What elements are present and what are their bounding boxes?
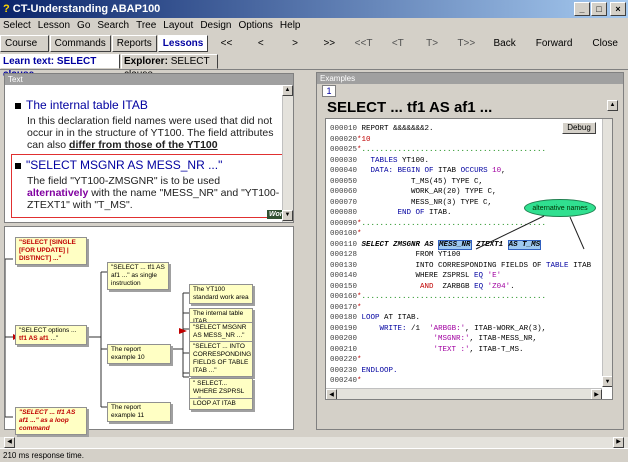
- menu-go[interactable]: Go: [77, 18, 90, 33]
- differ-link[interactable]: differ from those of the YT100: [69, 139, 218, 151]
- next-topic-button[interactable]: T>: [415, 38, 449, 49]
- code-scroll-right-icon[interactable]: ▶: [591, 389, 602, 399]
- section2-title: "SELECT MSGNR AS MESS_NR ...": [15, 158, 281, 172]
- text-scrollbar[interactable]: ▲ ▼: [282, 85, 293, 222]
- code-hscrollbar[interactable]: ◀ ▶: [326, 388, 602, 399]
- prev-topic-button[interactable]: <T: [381, 38, 415, 49]
- menu-design[interactable]: Design: [200, 18, 231, 33]
- toolbar: Course 3 Commands Reports Lessons << < >…: [0, 34, 628, 64]
- section1-body: In this declaration field names were use…: [27, 115, 274, 151]
- text-panel-header: Text: [5, 74, 293, 85]
- example-scroll-up-icon[interactable]: ▲: [607, 100, 618, 111]
- example-title: SELECT ... tf1 AS af1 ...: [327, 99, 493, 116]
- bullet-icon: [15, 162, 21, 169]
- last-topic-button[interactable]: T>>: [449, 38, 483, 49]
- tab-course[interactable]: Course 3: [0, 34, 49, 64]
- alternatively-link[interactable]: alternatively: [27, 187, 88, 199]
- scroll-up-icon[interactable]: ▲: [282, 85, 293, 96]
- tab-commands[interactable]: Commands: [49, 34, 111, 52]
- minimize-button[interactable]: _: [574, 2, 590, 16]
- next-button[interactable]: >: [278, 38, 312, 49]
- callout-arrows: [475, 215, 585, 250]
- tree-node-loop-at-itab[interactable]: LOOP AT ITAB: [189, 398, 253, 410]
- maximize-button[interactable]: □: [591, 2, 607, 16]
- first-button[interactable]: <<: [209, 38, 243, 49]
- menu-layout[interactable]: Layout: [163, 18, 193, 33]
- tree-node-into-corresponding[interactable]: "SELECT ... INTO CORRESPONDING FIELDS OF…: [189, 341, 253, 377]
- section2-body: The field "YT100-ZMSGNR" is to be used a…: [27, 175, 280, 211]
- tree-node-yt100-work-area[interactable]: The YT100 standard work area: [189, 284, 253, 304]
- tab-lessons[interactable]: Lessons: [157, 34, 209, 52]
- text-panel: Text The internal table ITAB In this dec…: [4, 73, 294, 223]
- section1-title: The internal table ITAB: [15, 98, 281, 112]
- tree-node-select-single[interactable]: "SELECT [SINGLE [FOR UPDATE] | DISTINCT]…: [15, 237, 87, 265]
- bullet-icon: [15, 102, 21, 109]
- menu-help[interactable]: Help: [280, 18, 301, 33]
- app-icon: ?: [3, 3, 10, 15]
- examples-panel-header: Examples: [317, 73, 623, 84]
- tree-node-select-options[interactable]: "SELECT options ... tf1 AS af1 ...": [15, 325, 87, 345]
- subtabs-divider: [0, 69, 628, 70]
- menu-select[interactable]: Select: [3, 18, 31, 33]
- menu-bar: Select Lesson Go Search Tree Layout Desi…: [0, 18, 628, 33]
- last-button[interactable]: >>: [312, 38, 346, 49]
- tree-node-report-11[interactable]: The report example 11: [107, 402, 171, 422]
- main-scroll-left-icon[interactable]: ◀: [4, 437, 15, 448]
- close-button[interactable]: ×: [610, 2, 626, 16]
- subtabs-bar: Learn text: SELECT clause Explorer: SELE…: [0, 54, 628, 80]
- main-scroll-right-icon[interactable]: ▶: [613, 437, 624, 448]
- menu-search[interactable]: Search: [97, 18, 129, 33]
- explorer-label: Explorer:: [124, 56, 168, 67]
- window-title: CT-Understanding ABAP100: [12, 3, 161, 15]
- code-pane[interactable]: Debug 000010 REPORT &&&&&&&2. 000020*10 00…: [325, 118, 613, 400]
- tab-explorer[interactable]: Explorer: SELECT clause: [121, 54, 218, 80]
- tree-panel: "SELECT [SINGLE [FOR UPDATE] | DISTINCT]…: [4, 226, 294, 435]
- status-bar: 210 ms response time.: [0, 448, 628, 461]
- forward-button[interactable]: Forward: [526, 38, 583, 49]
- section-internal-table: The internal table ITAB In this declarat…: [15, 98, 281, 151]
- menu-options[interactable]: Options: [238, 18, 272, 33]
- code-scrollbar[interactable]: ▼: [602, 119, 612, 387]
- tree-node-select-msgnr[interactable]: "SELECT MSGNR AS MESS_NR ...": [189, 322, 253, 342]
- back-button[interactable]: Back: [483, 38, 525, 49]
- code-scroll-left-icon[interactable]: ◀: [326, 389, 337, 399]
- scroll-down-icon[interactable]: ▼: [282, 210, 293, 221]
- tree-node-report-10[interactable]: The report example 10: [107, 344, 171, 364]
- first-topic-button[interactable]: <<T: [346, 38, 380, 49]
- tab-learn-text[interactable]: Learn text: SELECT clause: [0, 54, 120, 80]
- main-hscrollbar[interactable]: ◀ ▶: [0, 437, 628, 448]
- menu-tree[interactable]: Tree: [136, 18, 156, 33]
- close-lesson-button[interactable]: Close: [582, 38, 628, 49]
- prev-button[interactable]: <: [244, 38, 278, 49]
- tree-node-select-loop[interactable]: "SELECT ... tf1 AS af1 ..." as a loop co…: [15, 407, 87, 435]
- section-select-msgnr: "SELECT MSGNR AS MESS_NR ..." The field …: [15, 158, 281, 211]
- code-scroll-down-icon[interactable]: ▼: [602, 376, 612, 387]
- example-tab-1[interactable]: 1: [322, 85, 336, 97]
- title-bar: ? CT-Understanding ABAP100 _ □ ×: [0, 0, 628, 18]
- menu-lesson[interactable]: Lesson: [38, 18, 70, 33]
- tree-node-select-single-instruction[interactable]: "SELECT ... tf1 AS af1 ..." as single in…: [107, 262, 169, 290]
- tab-reports[interactable]: Reports: [111, 34, 157, 52]
